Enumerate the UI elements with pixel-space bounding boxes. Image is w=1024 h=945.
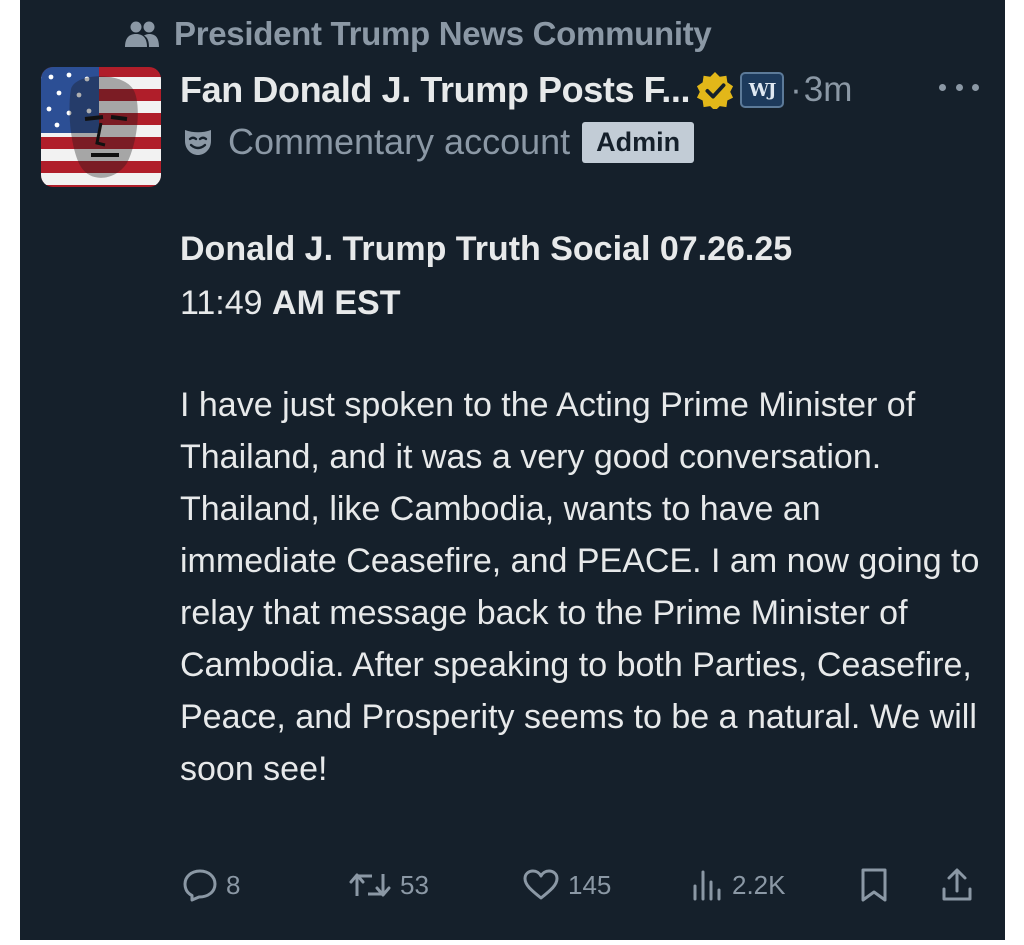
affiliate-badge-text: WJ [748, 79, 777, 101]
post-time-ago[interactable]: 3m [804, 70, 853, 110]
post-title-heading: Donald J. Trump Truth Social 07.26.25 [180, 230, 793, 268]
like-button[interactable]: 145 [522, 860, 611, 910]
mask-icon [185, 130, 211, 155]
affiliate-badge[interactable]: WJ [740, 72, 785, 108]
share-button[interactable] [940, 860, 974, 910]
like-count: 145 [568, 869, 612, 900]
community-name[interactable]: President Trump News Community [174, 15, 712, 53]
views-button[interactable]: 2.2K [690, 860, 786, 910]
post-title-timezone: AM EST [272, 284, 401, 322]
bookmark-icon [861, 868, 887, 902]
reply-button[interactable]: 8 [182, 860, 240, 910]
post-body: I have just spoken to the Acting Prime M… [180, 386, 980, 788]
avatar-flag-portrait [41, 67, 161, 187]
bookmark-button[interactable] [858, 860, 890, 910]
author-row: Fan Donald J. Trump Posts F... WJ · 3m [180, 66, 852, 114]
reply-icon [183, 869, 217, 902]
reply-count: 8 [226, 869, 241, 900]
action-bar: 8 53 145 2.2K [20, 860, 1005, 910]
more-options-icon[interactable] [939, 72, 979, 102]
heart-icon [523, 869, 559, 900]
post-title: Donald J. Trump Truth Social 07.26.25 11:… [180, 222, 980, 330]
author-display-name[interactable]: Fan Donald J. Trump Posts F... [180, 69, 690, 111]
commentary-account-label: Commentary account [228, 121, 571, 162]
views-count: 2.2K [732, 869, 786, 900]
dot-separator: · [790, 70, 802, 109]
repost-button[interactable]: 53 [348, 860, 429, 910]
admin-badge: Admin [582, 121, 695, 163]
share-icon [942, 868, 972, 901]
repost-count: 53 [400, 869, 429, 900]
repost-icon [349, 873, 391, 897]
gold-verified-icon[interactable] [696, 71, 734, 109]
views-chart-icon [693, 870, 721, 901]
account-label-row: Commentary account Admin [182, 118, 695, 166]
avatar[interactable] [41, 67, 161, 187]
community-icon [125, 21, 159, 47]
post-card[interactable]: President Trump News Community Fan Donal… [20, 0, 1005, 940]
community-header[interactable]: President Trump News Community [124, 14, 712, 54]
post-title-time: 11:49 [180, 284, 263, 322]
